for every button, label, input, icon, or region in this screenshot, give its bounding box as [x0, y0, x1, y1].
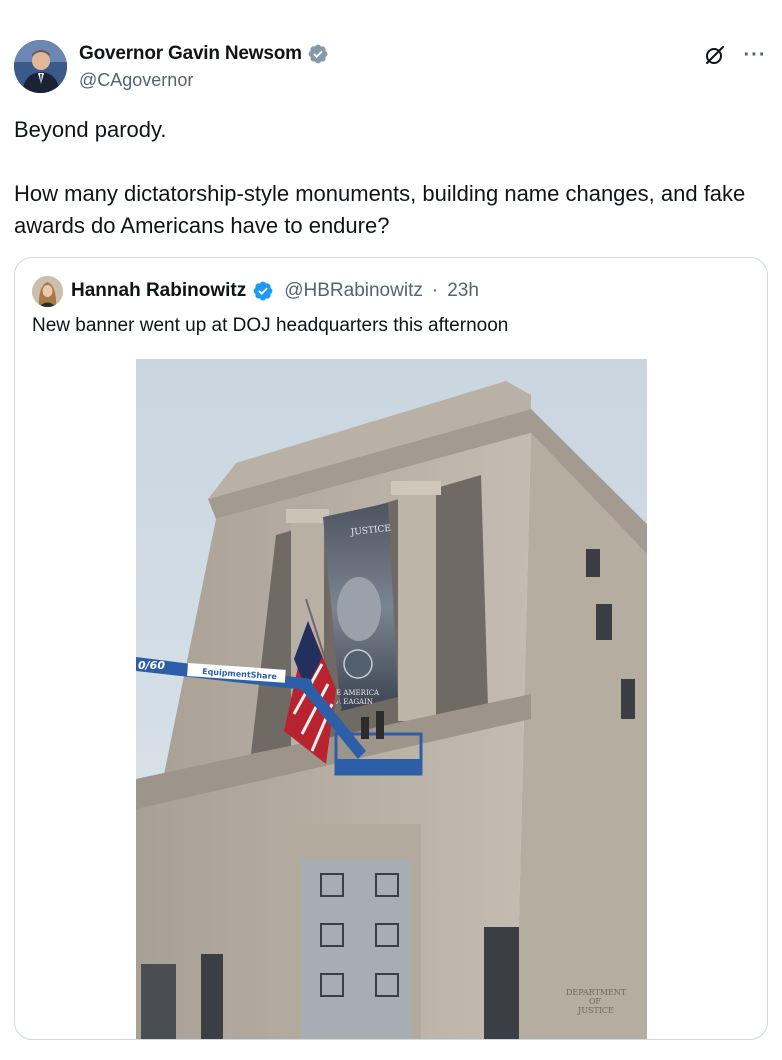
tweet-actions: ··· — [702, 42, 768, 68]
plaque-line-1: DEPARTMENT — [566, 988, 627, 997]
banner-bottom-text-1: E AMERICA — [336, 689, 380, 697]
meta-separator: · — [431, 280, 439, 301]
doj-building-photo: JUSTICE E AMERICA A EAGAIN DEPARTMENT OF… — [136, 359, 647, 1039]
author-avatar[interactable] — [14, 40, 67, 93]
verified-badge-icon — [307, 43, 329, 65]
quoted-author-avatar[interactable] — [32, 275, 63, 307]
plaque-line-2: OF — [589, 997, 602, 1006]
quoted-tweet-text: New banner went up at DOJ headquarters t… — [32, 315, 509, 336]
author-block: Governor Gavin Newsom @CAgovernor — [79, 42, 329, 91]
grok-icon[interactable] — [702, 42, 728, 68]
author-name[interactable]: Governor Gavin Newsom — [79, 43, 302, 65]
more-options-icon[interactable]: ··· — [742, 42, 768, 68]
quoted-media-photo[interactable]: JUSTICE E AMERICA A EAGAIN DEPARTMENT OF… — [136, 359, 647, 1039]
plaque-line-3: JUSTICE — [577, 1006, 614, 1015]
quoted-tweet[interactable]: Hannah Rabinowitz @HBRabinowitz · 23h Ne… — [14, 257, 768, 1040]
verified-badge-icon — [252, 280, 274, 302]
quoted-author-name[interactable]: Hannah Rabinowitz — [71, 280, 246, 302]
lift-number: 0/60 — [138, 659, 165, 672]
tweet-text: Beyond parody. How many dictatorship-sty… — [14, 117, 746, 238]
quoted-tweet-header: Hannah Rabinowitz @HBRabinowitz · 23h — [32, 275, 479, 307]
author-handle[interactable]: @CAgovernor — [79, 70, 329, 91]
quoted-author-handle[interactable]: @HBRabinowitz — [284, 280, 423, 302]
quoted-timestamp[interactable]: 23h — [447, 280, 479, 302]
